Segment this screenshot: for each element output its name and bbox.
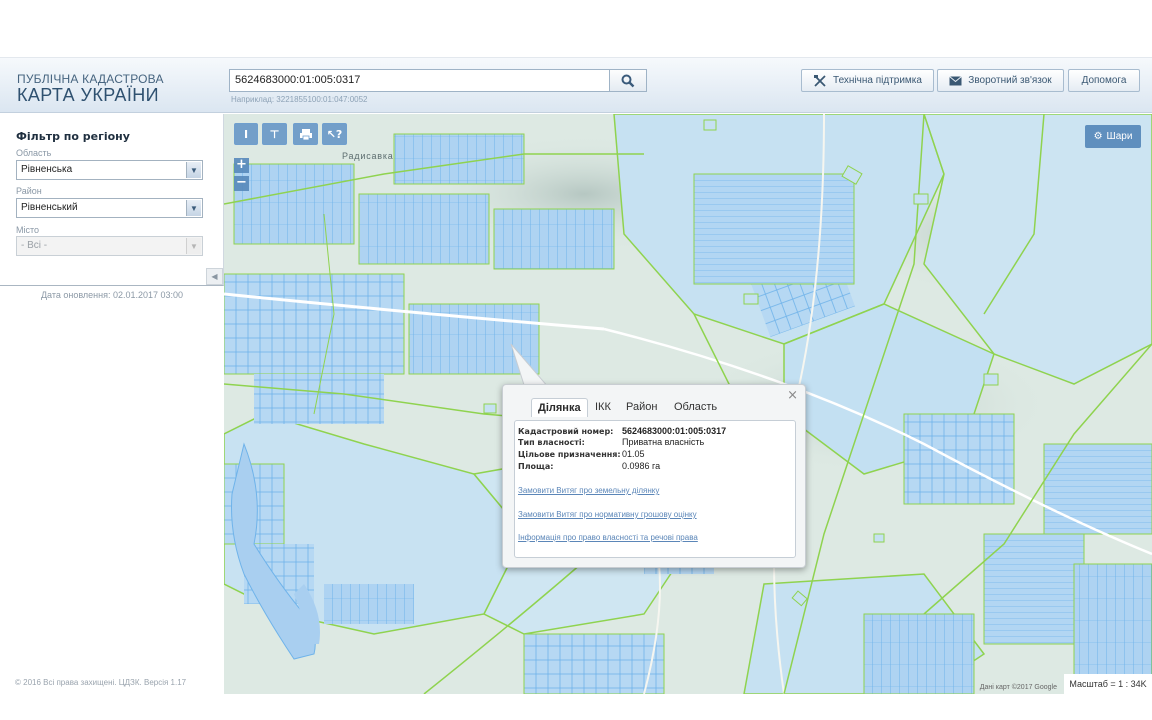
tech-support-label: Технічна підтримка xyxy=(833,75,922,86)
ownership-type-value: Приватна власність xyxy=(622,437,705,447)
update-date: Дата оновлення: 02.01.2017 03:00 xyxy=(40,290,184,300)
chevron-down-icon: ▼ xyxy=(186,200,201,216)
parcel-details: Кадастровий номер: 5624683000:01:005:031… xyxy=(514,420,796,558)
cadastral-number-value: 5624683000:01:005:0317 xyxy=(622,426,727,436)
map-attribution: Дані карт ©2017 Google xyxy=(979,684,1057,691)
printer-icon xyxy=(299,128,312,140)
district-select[interactable]: Рівненський ▼ xyxy=(16,198,203,218)
area-ruler-icon: ⊤ xyxy=(269,127,280,141)
chevron-down-icon: ▼ xyxy=(186,162,201,178)
search-input-value: 5624683000:01:005:0317 xyxy=(235,74,361,86)
envelope-icon xyxy=(949,75,963,85)
feedback-button[interactable]: Зворотний зв'язок xyxy=(937,69,1064,92)
gear-icon: ⚙ xyxy=(1093,131,1103,142)
ownership-info-link[interactable]: Інформація про право власності та речові… xyxy=(518,533,698,542)
tab-district[interactable]: Район xyxy=(626,401,657,413)
order-parcel-extract-link[interactable]: Замовити Витяг про земельну ділянку xyxy=(518,486,659,495)
purpose-value: 01.05 xyxy=(622,449,645,459)
district-select-value: Рівненський xyxy=(21,202,78,213)
region-filter-panel: Фільтр по регіону Область Рівненська ▼ Р… xyxy=(0,114,224,286)
search-icon xyxy=(621,74,635,87)
filter-title: Фільтр по регіону xyxy=(16,130,130,143)
copyright-text: © 2016 Всі права захищені. ЦДЗК. Версія … xyxy=(15,678,187,687)
tab-ikk[interactable]: ІКК xyxy=(595,401,611,413)
district-label: Район xyxy=(16,186,42,196)
map-scale: Масштаб = 1 : 34K xyxy=(1064,674,1152,694)
collapse-panel-button[interactable]: ◀ xyxy=(206,268,223,285)
zoom-in-button[interactable]: + xyxy=(234,158,249,173)
layers-button[interactable]: ⚙ Шари xyxy=(1085,125,1141,148)
cadastral-search-input[interactable]: 5624683000:01:005:0317 xyxy=(229,69,610,92)
zoom-out-button[interactable]: − xyxy=(234,176,249,191)
help-button[interactable]: Допомога xyxy=(1068,69,1140,92)
tab-parcel[interactable]: Ділянка xyxy=(531,398,588,417)
cadastral-number-label: Кадастровий номер: xyxy=(518,427,614,436)
feedback-label: Зворотний зв'язок xyxy=(968,75,1052,86)
header-bar: ПУБЛІЧНА КАДАСТРОВА КАРТА УКРАЇНИ 562468… xyxy=(0,57,1152,113)
purpose-label: Цільове призначення: xyxy=(518,450,621,459)
measure-distance-button[interactable]: I xyxy=(234,123,258,145)
city-select-value: - Всі - xyxy=(21,240,48,251)
search-hint: Наприклад: 3221855100:01:047:0052 xyxy=(231,95,368,104)
app-window: ПУБЛІЧНА КАДАСТРОВА КАРТА УКРАЇНИ 562468… xyxy=(0,0,1152,720)
identify-button[interactable]: ↖? xyxy=(322,123,347,145)
region-select-value: Рівненська xyxy=(21,164,73,175)
help-label: Допомога xyxy=(1081,75,1127,86)
tab-region[interactable]: Область xyxy=(674,401,717,413)
measure-area-button[interactable]: ⊤ xyxy=(262,123,287,145)
layers-label: Шари xyxy=(1106,131,1133,142)
region-select[interactable]: Рівненська ▼ xyxy=(16,160,203,180)
chevron-down-icon: ▼ xyxy=(186,238,201,254)
parcel-info-popup: × Ділянка ІКК Район Область Кадастровий … xyxy=(502,384,806,568)
search-button[interactable] xyxy=(609,69,647,92)
area-label: Площа: xyxy=(518,462,554,471)
print-button[interactable] xyxy=(293,123,318,145)
ruler-icon: I xyxy=(243,127,249,141)
tech-support-button[interactable]: Технічна підтримка xyxy=(801,69,934,92)
close-icon[interactable]: × xyxy=(787,388,798,403)
region-label: Область xyxy=(16,148,52,158)
ownership-type-label: Тип власності: xyxy=(518,438,585,447)
village-label: Радисавка xyxy=(342,151,394,161)
tools-icon xyxy=(814,74,826,87)
chevron-left-icon: ◀ xyxy=(211,272,218,281)
city-select: - Всі - ▼ xyxy=(16,236,203,256)
brand-title: КАРТА УКРАЇНИ xyxy=(17,85,159,105)
brand-subtitle: ПУБЛІЧНА КАДАСТРОВА xyxy=(17,72,164,86)
order-valuation-extract-link[interactable]: Замовити Витяг про нормативну грошову оц… xyxy=(518,510,697,519)
pointer-query-icon: ↖? xyxy=(326,127,343,141)
city-label: Місто xyxy=(16,225,40,235)
area-value: 0.0986 га xyxy=(622,461,661,471)
